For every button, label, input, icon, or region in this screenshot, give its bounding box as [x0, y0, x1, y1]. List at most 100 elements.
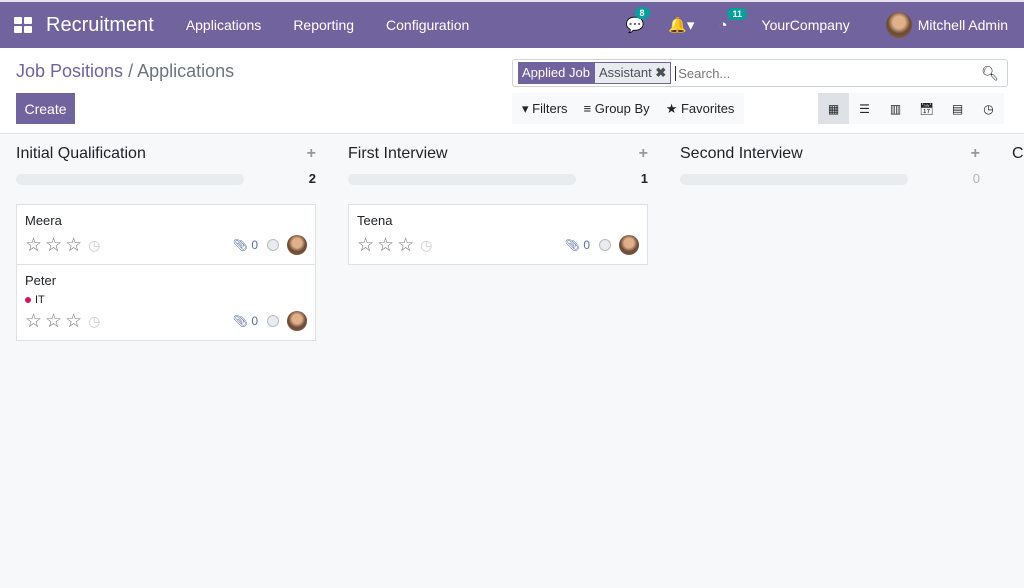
breadcrumb-current: Applications	[137, 61, 235, 81]
search-facet-value: Assistant	[598, 65, 652, 80]
attachment-count: 0	[251, 238, 258, 252]
favorites-button[interactable]: ★ Favorites	[666, 101, 735, 117]
menu-applications[interactable]: Applications	[186, 17, 262, 33]
filters-label: Filters	[532, 100, 568, 116]
column-title[interactable]: Initial Qualification	[16, 145, 146, 163]
kanban-card[interactable]: Meera ☆ ☆ ☆ ◷ 📎︎ 0	[16, 204, 316, 265]
kanban-state-icon[interactable]	[599, 239, 611, 251]
assignee-avatar	[287, 235, 307, 255]
user-avatar[interactable]	[885, 12, 912, 38]
list-view-icon[interactable]: ☰	[849, 93, 880, 124]
kanban-state-icon[interactable]	[267, 315, 279, 327]
attachments[interactable]: 📎︎ 0	[233, 238, 258, 252]
messages-icon[interactable]: 💬 8	[626, 7, 650, 34]
kanban-column: First Interview +1 Teena ☆ ☆ ☆ ◷ 📎︎ 0	[348, 135, 648, 265]
applicant-name: Meera	[25, 213, 62, 228]
card-footer: ☆ ☆ ☆ ◷ 📎︎ 0	[25, 310, 307, 332]
kanban-card[interactable]: Peter IT ☆ ☆ ☆ ◷ 📎︎ 0	[16, 264, 316, 341]
activity-view-icon[interactable]: ◷	[973, 93, 1004, 124]
column-progress-bar[interactable]	[680, 174, 908, 185]
filter-icon: ▾	[522, 100, 529, 116]
activity-clock-icon[interactable]: ◷	[420, 237, 432, 254]
search-facet: Assistant ✖	[593, 62, 672, 84]
graph-view-icon[interactable]: ▥	[880, 93, 911, 124]
star-icon[interactable]: ☆	[377, 234, 394, 257]
activity-clock-icon[interactable]: ◷	[88, 313, 100, 330]
activity-clock-icon[interactable]: ◷	[88, 237, 100, 254]
view-switcher: ▦ ☰ ▥ 📅︎ ▤ ◷	[818, 93, 1004, 124]
breadcrumb: Job Positions / Applications	[16, 61, 234, 82]
kanban-view-icon[interactable]: ▦	[818, 93, 849, 124]
column-title[interactable]: C	[1012, 145, 1024, 163]
menu-configuration[interactable]: Configuration	[386, 17, 469, 33]
tag: IT	[25, 294, 307, 306]
star-icon[interactable]: ☆	[397, 234, 414, 257]
column-header: Initial Qualification +2	[16, 135, 316, 205]
kanban-column: C	[1012, 135, 1024, 205]
menu-reporting[interactable]: Reporting	[293, 17, 354, 33]
assignee-avatar	[287, 311, 307, 331]
paperclip-icon: 📎︎	[232, 314, 252, 328]
favorites-label: Favorites	[680, 100, 735, 116]
attachment-count: 0	[583, 238, 590, 252]
card-footer: ☆ ☆ ☆ ◷ 📎︎ 0	[25, 234, 307, 256]
filters-button[interactable]: ▾ Filters	[522, 101, 568, 117]
company-switcher[interactable]: YourCompany	[762, 17, 850, 33]
apps-menu-icon[interactable]	[14, 17, 32, 33]
notification-bell-icon[interactable]: 🔔▾	[668, 16, 694, 34]
add-card-icon[interactable]: +	[307, 145, 316, 163]
star-icon[interactable]: ☆	[45, 234, 62, 257]
remove-facet-icon[interactable]: ✖	[655, 65, 666, 80]
pivot-view-icon[interactable]: ▤	[942, 93, 973, 124]
top-navbar: Recruitment Applications Reporting Confi…	[0, 0, 1024, 48]
activities-icon[interactable]: ◔ 11	[718, 7, 747, 34]
search-input[interactable]	[675, 65, 982, 81]
star-icon: ★	[665, 100, 678, 116]
column-count: 1	[640, 171, 648, 186]
star-icon[interactable]: ☆	[65, 234, 82, 257]
column-progress-bar[interactable]	[348, 174, 576, 185]
group-by-label: Group By	[594, 101, 650, 116]
column-title[interactable]: First Interview	[348, 145, 448, 163]
search-bar: Applied Job Assistant ✖ 🔍︎	[512, 59, 1008, 87]
kanban-column: Initial Qualification +2 Meera ☆ ☆ ☆ ◷ 📎︎ 0 Pete…	[16, 135, 316, 341]
app-name[interactable]: Recruitment	[46, 14, 154, 37]
breadcrumb-separator: /	[128, 61, 134, 81]
column-count: 0	[972, 171, 980, 186]
search-options: ▾ Filters ≡ Group By ★ Favorites	[512, 93, 745, 124]
messages-badge: 8	[634, 7, 650, 19]
card-footer: ☆ ☆ ☆ ◷ 📎︎ 0	[357, 234, 639, 256]
search-facet-label: Applied Job	[518, 62, 594, 84]
column-header: C	[1012, 135, 1024, 205]
breadcrumb-job-positions[interactable]: Job Positions	[16, 61, 123, 81]
star-icon[interactable]: ☆	[65, 310, 82, 333]
user-menu[interactable]: Mitchell Admin	[918, 17, 1008, 33]
column-count: 2	[308, 171, 316, 186]
tag-color-dot	[25, 297, 31, 303]
applicant-name: Teena	[357, 213, 393, 228]
attachments[interactable]: 📎︎ 0	[233, 314, 258, 328]
star-icon[interactable]: ☆	[25, 310, 42, 333]
tag-label: IT	[35, 294, 45, 306]
column-progress-bar[interactable]	[16, 174, 244, 185]
star-icon[interactable]: ☆	[25, 234, 42, 257]
star-icon[interactable]: ☆	[45, 310, 62, 333]
star-icon[interactable]: ☆	[357, 234, 374, 257]
add-card-icon[interactable]: +	[971, 145, 980, 163]
kanban-card[interactable]: Teena ☆ ☆ ☆ ◷ 📎︎ 0	[348, 204, 648, 265]
calendar-view-icon[interactable]: 📅︎	[911, 93, 942, 124]
activities-badge: 11	[727, 7, 747, 20]
search-icon[interactable]: 🔍︎	[981, 65, 999, 82]
kanban-state-icon[interactable]	[267, 239, 279, 251]
group-by-button[interactable]: ≡ Group By	[584, 101, 650, 116]
attachment-count: 0	[251, 314, 258, 328]
group-by-icon: ≡	[583, 101, 592, 116]
kanban-column: Second Interview +0	[680, 135, 980, 205]
attachments[interactable]: 📎︎ 0	[565, 238, 590, 252]
assignee-avatar	[619, 235, 639, 255]
column-header: First Interview +1	[348, 135, 648, 205]
add-card-icon[interactable]: +	[639, 145, 648, 163]
column-title[interactable]: Second Interview	[680, 145, 803, 163]
create-button[interactable]: Create	[16, 93, 75, 124]
kanban-board: Initial Qualification +2 Meera ☆ ☆ ☆ ◷ 📎︎ 0 Pete…	[0, 135, 1024, 588]
